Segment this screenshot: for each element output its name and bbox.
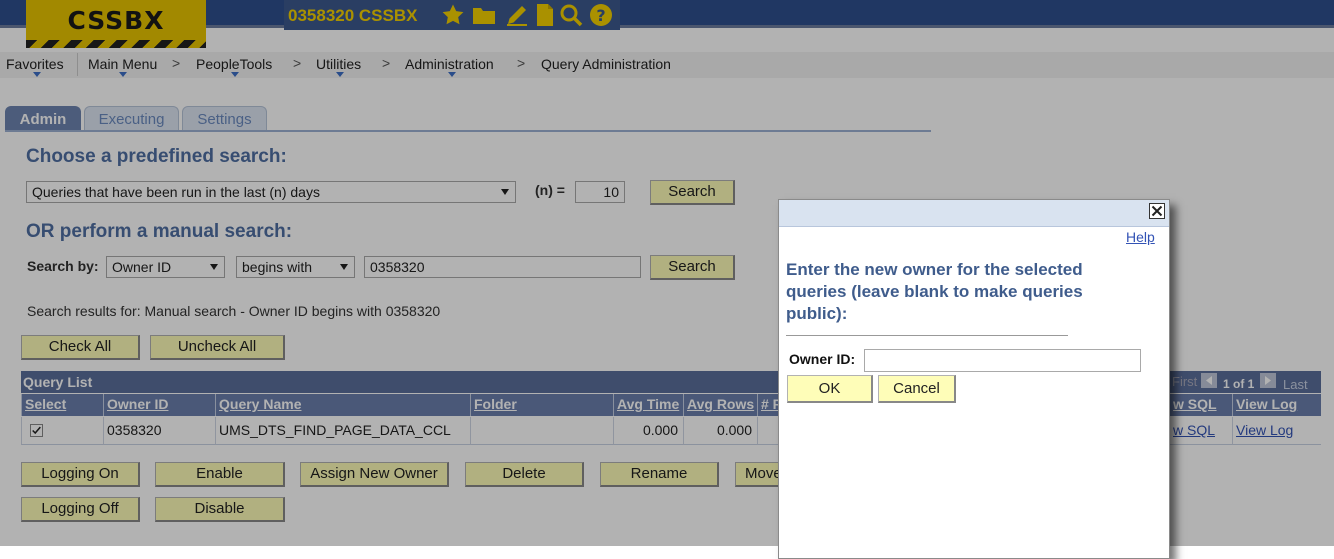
owner-id-input[interactable] (864, 349, 1141, 372)
dialog-help-link[interactable]: Help (1126, 229, 1155, 245)
assign-owner-dialog: Help Enter the new owner for the selecte… (778, 199, 1170, 559)
dialog-titlebar (779, 200, 1169, 227)
dialog-divider (786, 335, 1068, 336)
dialog-message: Enter the new owner for the selected que… (786, 260, 1083, 323)
owner-id-label: Owner ID: (789, 351, 856, 367)
ok-button[interactable]: OK (787, 375, 873, 403)
close-icon[interactable] (1149, 203, 1165, 219)
cancel-button[interactable]: Cancel (878, 375, 956, 403)
